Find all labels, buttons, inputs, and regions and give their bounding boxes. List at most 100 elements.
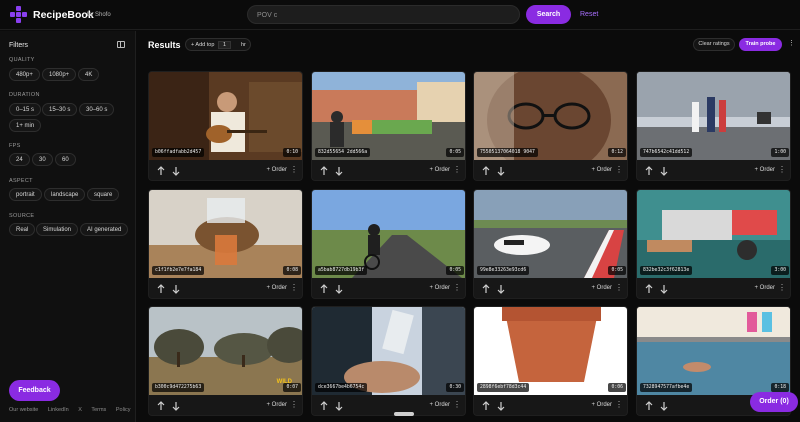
downvote-arrow-icon[interactable] [335, 166, 343, 176]
add-order-button[interactable]: + Order [754, 167, 775, 173]
video-card[interactable]: 832be32c3f62813e 3:00 + Order ⋮ [636, 189, 791, 299]
filter-chip-square[interactable]: square [87, 188, 120, 201]
kebab-menu-icon[interactable]: ⋮ [778, 165, 786, 174]
kebab-menu-icon[interactable]: ⋮ [615, 400, 623, 409]
order-cart-button[interactable]: Order (0) [750, 392, 798, 412]
scroll-handle[interactable] [394, 412, 414, 416]
add-top-hours-input[interactable]: 1 [218, 41, 231, 49]
filter-chip-15-30s[interactable]: 15–30 s [42, 103, 78, 116]
video-thumbnail[interactable]: dce3667be4b6754c 0:30 [312, 307, 465, 395]
add-order-button[interactable]: + Order [429, 402, 450, 408]
add-order-button[interactable]: + Order [266, 402, 287, 408]
kebab-menu-icon[interactable]: ⋮ [615, 165, 623, 174]
add-order-button[interactable]: + Order [429, 285, 450, 291]
add-order-button[interactable]: + Order [591, 167, 612, 173]
video-card[interactable]: 747b6542c41dd512 1:00 + Order ⋮ [636, 71, 791, 181]
upvote-arrow-icon[interactable] [320, 401, 328, 411]
add-order-button[interactable]: + Order [266, 285, 287, 291]
add-order-button[interactable]: + Order [754, 285, 775, 291]
video-card[interactable]: dce3667be4b6754c 0:30 + Order ⋮ [311, 306, 466, 416]
add-top-control[interactable]: + Add top 1 hr [185, 38, 251, 51]
downvote-arrow-icon[interactable] [335, 284, 343, 294]
downvote-arrow-icon[interactable] [660, 284, 668, 294]
video-thumbnail[interactable]: b06ffadfabb2d457 0:10 [149, 72, 302, 160]
video-thumbnail[interactable]: WILD b300c9d472275b63 0:07 [149, 307, 302, 395]
clear-ratings-button[interactable]: Clear ratings [693, 38, 735, 51]
train-probe-button[interactable]: Train probe [739, 38, 782, 51]
filter-chip-1min[interactable]: 1+ min [9, 119, 42, 132]
upvote-arrow-icon[interactable] [482, 166, 490, 176]
upvote-arrow-icon[interactable] [320, 284, 328, 294]
more-options-icon[interactable]: ⋮ [788, 39, 795, 47]
upvote-arrow-icon[interactable] [645, 284, 653, 294]
video-thumbnail[interactable]: 75505137064018 9047 0:12 [474, 72, 627, 160]
add-order-button[interactable]: + Order [591, 285, 612, 291]
upvote-arrow-icon[interactable] [482, 401, 490, 411]
downvote-arrow-icon[interactable] [497, 284, 505, 294]
video-thumbnail[interactable]: c1f1fb2e7e7fa184 0:08 [149, 190, 302, 278]
video-thumbnail[interactable]: 832d55654 2dd566a 0:05 [312, 72, 465, 160]
filter-chip-4k[interactable]: 4K [78, 68, 100, 81]
video-card[interactable]: 832d55654 2dd566a 0:05 + Order ⋮ [311, 71, 466, 181]
video-thumbnail[interactable]: 2898f6ebf78d3c44 0:06 [474, 307, 627, 395]
video-card[interactable]: 75505137064018 9047 0:12 + Order ⋮ [473, 71, 628, 181]
filter-chip-24fps[interactable]: 24 [9, 153, 30, 166]
filter-chip-480p[interactable]: 480p+ [9, 68, 40, 81]
reset-button[interactable]: Reset [580, 5, 598, 24]
video-thumbnail[interactable]: 99e8e33263e93cd6 0:05 [474, 190, 627, 278]
downvote-arrow-icon[interactable] [497, 166, 505, 176]
filter-chip-30fps[interactable]: 30 [32, 153, 53, 166]
filter-chip-30-60s[interactable]: 30–60 s [79, 103, 115, 116]
video-card[interactable]: 2898f6ebf78d3c44 0:06 + Order ⋮ [473, 306, 628, 416]
upvote-arrow-icon[interactable] [645, 401, 653, 411]
video-thumbnail[interactable]: 7328947577afbe4e 0:18 [637, 307, 790, 395]
downvote-arrow-icon[interactable] [660, 166, 668, 176]
search-button[interactable]: Search [526, 5, 571, 24]
downvote-arrow-icon[interactable] [172, 284, 180, 294]
filter-chip-1080p[interactable]: 1080p+ [42, 68, 77, 81]
downvote-arrow-icon[interactable] [172, 401, 180, 411]
downvote-arrow-icon[interactable] [497, 401, 505, 411]
kebab-menu-icon[interactable]: ⋮ [453, 165, 461, 174]
footer-link-website[interactable]: Our website [9, 407, 38, 413]
downvote-arrow-icon[interactable] [335, 401, 343, 411]
filter-chip-landscape[interactable]: landscape [44, 188, 86, 201]
video-card[interactable]: 99e8e33263e93cd6 0:05 + Order ⋮ [473, 189, 628, 299]
upvote-arrow-icon[interactable] [320, 166, 328, 176]
kebab-menu-icon[interactable]: ⋮ [290, 400, 298, 409]
filter-chip-0-15s[interactable]: 0–15 s [9, 103, 42, 116]
kebab-menu-icon[interactable]: ⋮ [453, 400, 461, 409]
footer-link-terms[interactable]: Terms [91, 407, 106, 413]
kebab-menu-icon[interactable]: ⋮ [453, 283, 461, 292]
upvote-arrow-icon[interactable] [482, 284, 490, 294]
add-top-button[interactable]: + Add top [191, 42, 214, 48]
video-card[interactable]: a5bab8727db19b3f 0:05 + Order ⋮ [311, 189, 466, 299]
filter-chip-ai-generated[interactable]: AI generated [80, 223, 129, 236]
add-order-button[interactable]: + Order [429, 167, 450, 173]
footer-link-x[interactable]: X [78, 407, 82, 413]
upvote-arrow-icon[interactable] [645, 166, 653, 176]
footer-link-policy[interactable]: Policy [116, 407, 131, 413]
kebab-menu-icon[interactable]: ⋮ [290, 283, 298, 292]
kebab-menu-icon[interactable]: ⋮ [290, 165, 298, 174]
video-thumbnail[interactable]: 832be32c3f62813e 3:00 [637, 190, 790, 278]
filter-chip-real[interactable]: Real [9, 223, 36, 236]
downvote-arrow-icon[interactable] [172, 166, 180, 176]
video-thumbnail[interactable]: 747b6542c41dd512 1:00 [637, 72, 790, 160]
video-card[interactable]: c1f1fb2e7e7fa184 0:08 + Order ⋮ [148, 189, 303, 299]
kebab-menu-icon[interactable]: ⋮ [778, 283, 786, 292]
upvote-arrow-icon[interactable] [157, 401, 165, 411]
upvote-arrow-icon[interactable] [157, 284, 165, 294]
filter-chip-portrait[interactable]: portrait [9, 188, 42, 201]
video-card[interactable]: b06ffadfabb2d457 0:10 + Order ⋮ [148, 71, 303, 181]
search-box[interactable] [247, 5, 520, 24]
search-input[interactable] [257, 9, 512, 21]
downvote-arrow-icon[interactable] [660, 401, 668, 411]
upvote-arrow-icon[interactable] [157, 166, 165, 176]
kebab-menu-icon[interactable]: ⋮ [615, 283, 623, 292]
filter-chip-60fps[interactable]: 60 [55, 153, 76, 166]
add-order-button[interactable]: + Order [591, 402, 612, 408]
video-thumbnail[interactable]: a5bab8727db19b3f 0:05 [312, 190, 465, 278]
filter-chip-simulation[interactable]: Simulation [36, 223, 79, 236]
feedback-button[interactable]: Feedback [9, 380, 60, 401]
